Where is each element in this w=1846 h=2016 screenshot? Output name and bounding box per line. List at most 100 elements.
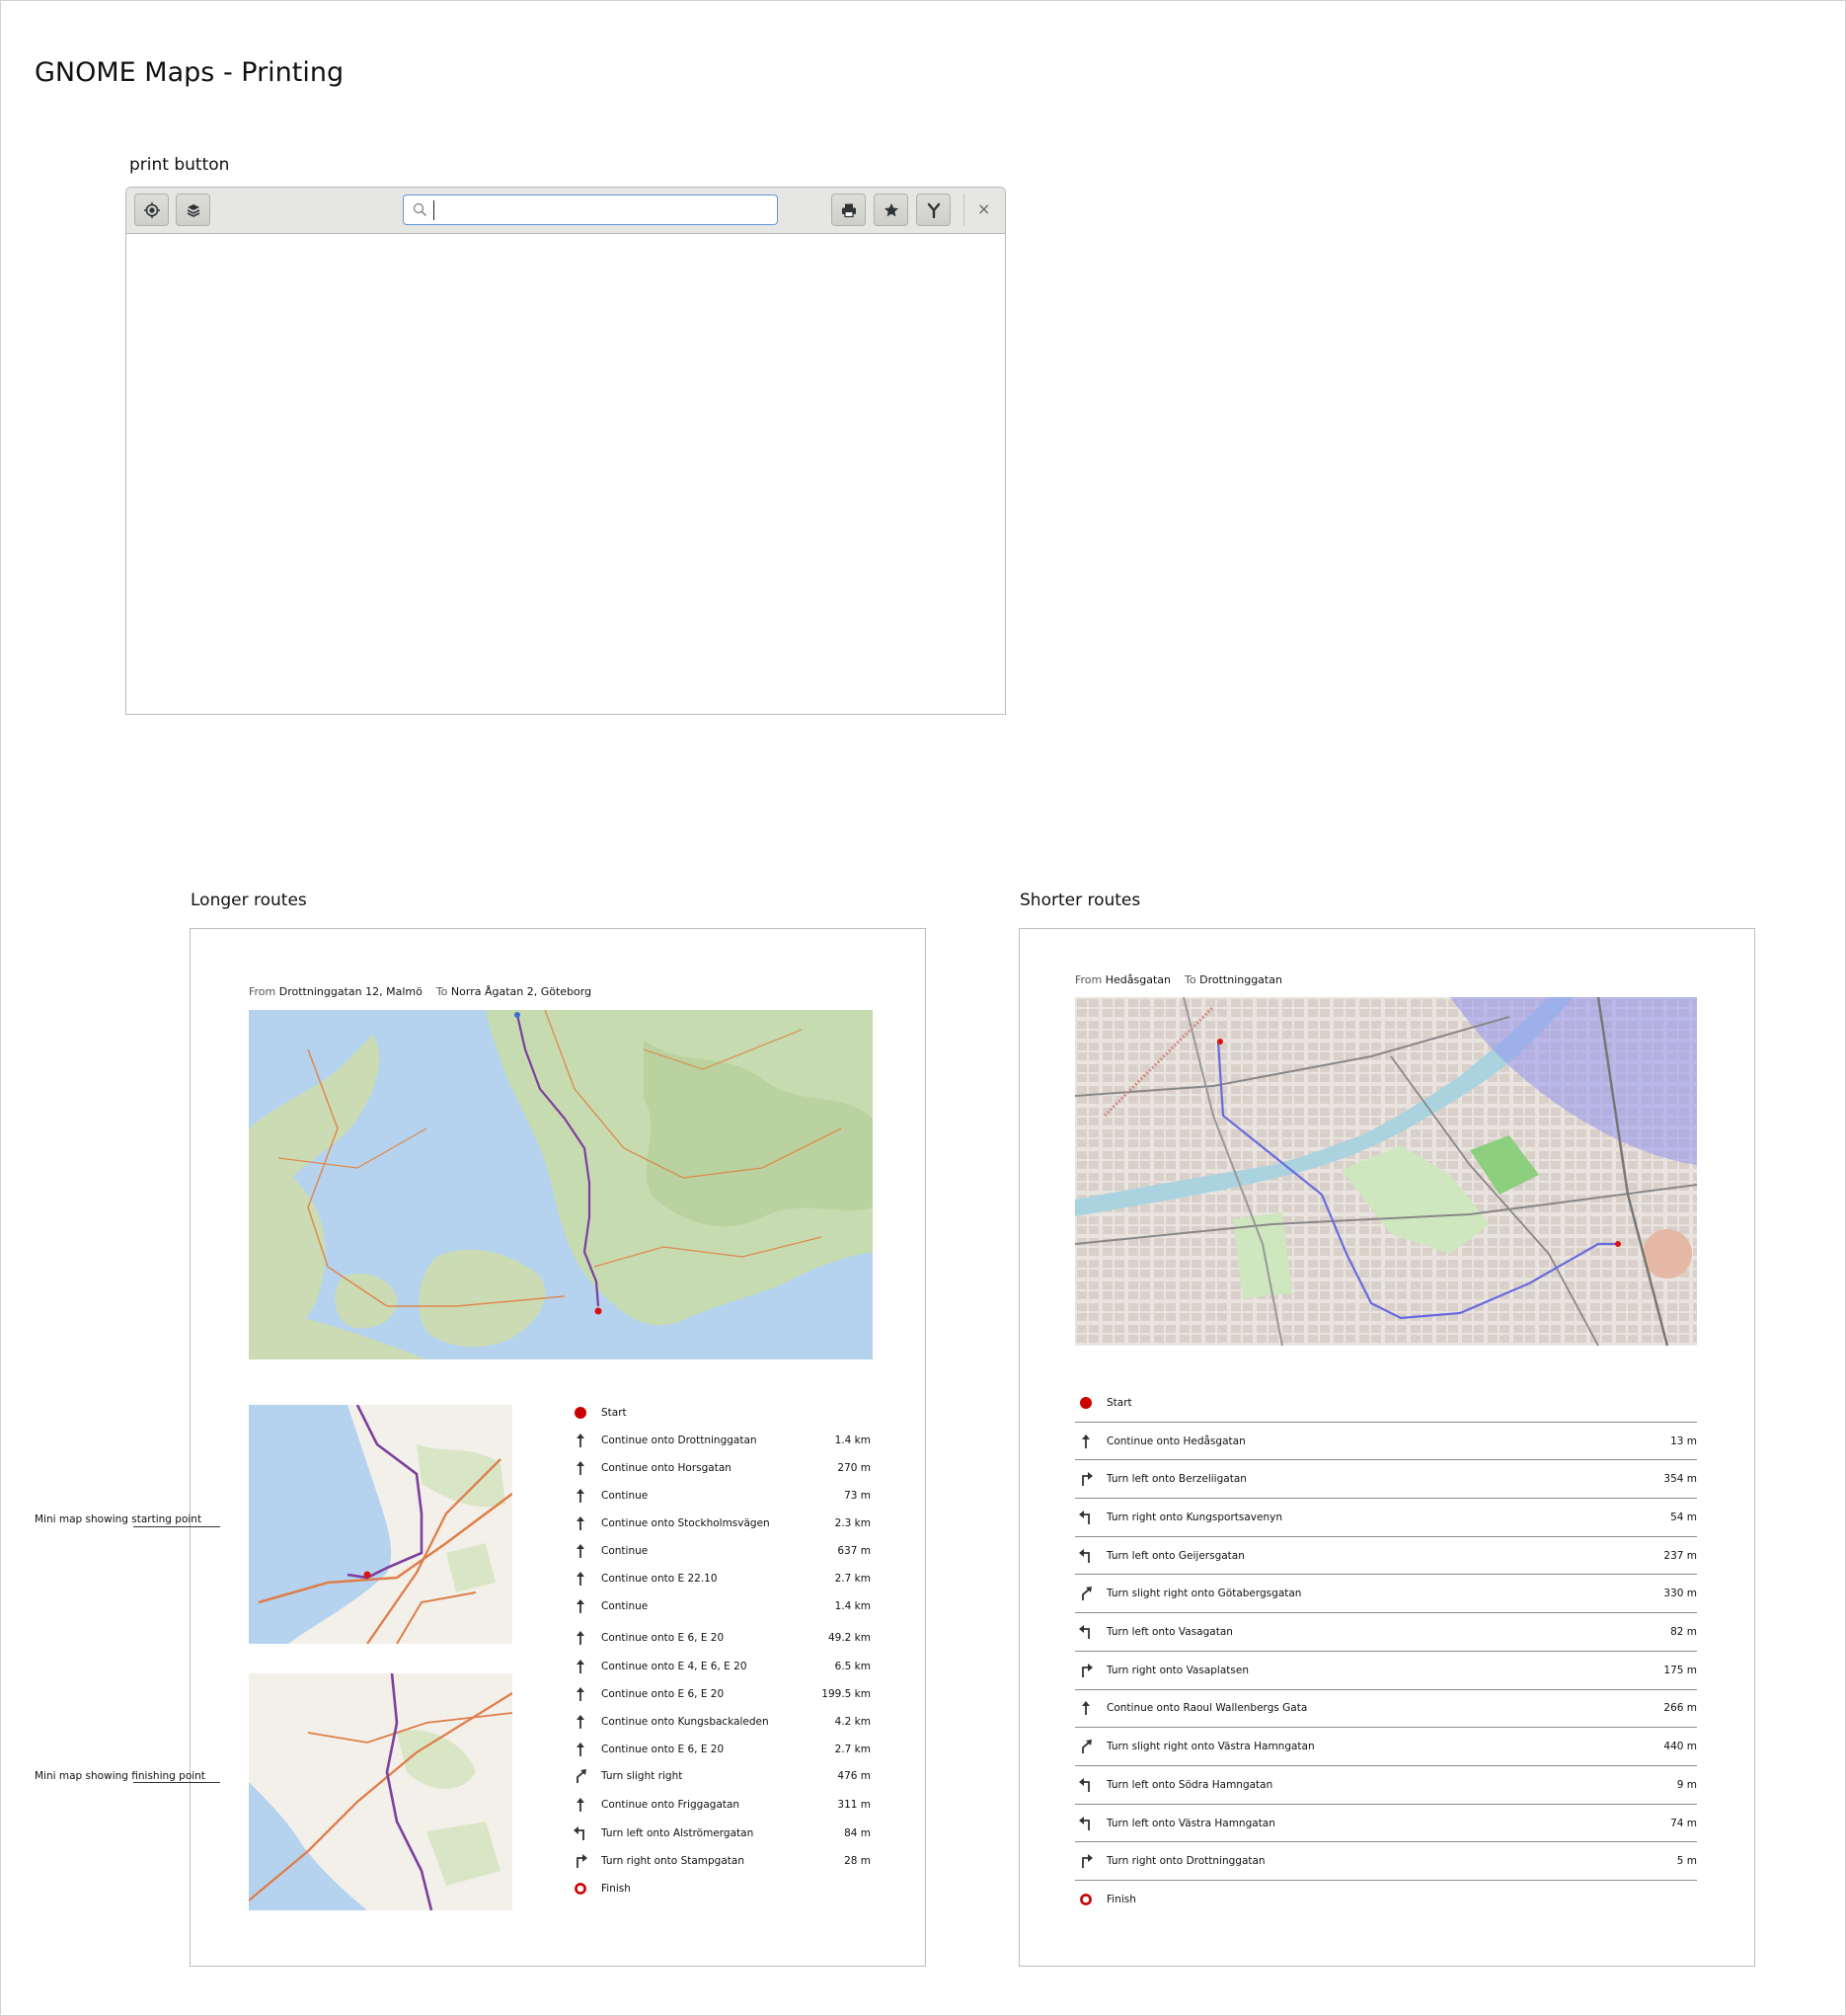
- finish-marker: [514, 1012, 520, 1018]
- shorter-routes-heading: Shorter routes: [1020, 891, 1141, 910]
- instruction-text: Turn slight right: [601, 1770, 683, 1782]
- straight-icon: [570, 1570, 591, 1588]
- instruction-text: Turn right onto Stampgatan: [601, 1855, 744, 1867]
- slight-right-icon: [1075, 1585, 1097, 1602]
- left-icon: [1075, 1623, 1097, 1641]
- instruction-row: Continue onto E 6, E 20 2.7 km: [570, 1738, 871, 1761]
- location-icon: [143, 201, 160, 218]
- instruction-text: Turn left onto Södra Hamngatan: [1107, 1778, 1273, 1791]
- instruction-row: Continue onto E 4, E 6, E 20 6.5 km: [570, 1655, 871, 1678]
- finish-mini-map: [249, 1673, 512, 1910]
- callout-finish-label: Mini map showing finishing point: [35, 1770, 205, 1782]
- straight-icon: [570, 1713, 591, 1731]
- star-icon: [884, 202, 898, 216]
- print-button[interactable]: [831, 194, 866, 226]
- to-label: To: [435, 985, 448, 998]
- page-title: GNOME Maps - Printing: [35, 57, 345, 88]
- instruction-text: Finish: [1107, 1893, 1136, 1905]
- right-icon: [1075, 1852, 1097, 1870]
- instruction-row: Continue onto Horsgatan 270 m: [570, 1456, 871, 1480]
- instruction-text: Continue onto Horsgatan: [601, 1462, 731, 1474]
- instruction-text: Continue onto E 4, E 6, E 20: [601, 1661, 747, 1672]
- from-label: From: [249, 985, 276, 998]
- straight-icon: [570, 1796, 591, 1814]
- straight-icon: [570, 1685, 591, 1703]
- instruction-text: Continue onto Hedåsgatan: [1107, 1434, 1246, 1447]
- start-icon: [570, 1404, 591, 1422]
- route-icon: [927, 202, 940, 218]
- instruction-distance: 311 m: [837, 1799, 871, 1811]
- instruction-row: Start: [570, 1401, 871, 1425]
- instruction-text: Finish: [601, 1883, 631, 1895]
- route-overview-map: [249, 1010, 873, 1359]
- instruction-row: Turn left onto Södra Hamngatan 9 m: [1075, 1766, 1697, 1805]
- instruction-distance: 440 m: [1663, 1741, 1697, 1753]
- to-value: Drottninggatan: [1199, 973, 1282, 986]
- slight-right-icon: [570, 1767, 591, 1785]
- instruction-row: Turn left onto Geijersgatan 237 m: [1075, 1537, 1697, 1576]
- instruction-text: Start: [601, 1407, 627, 1419]
- to-value: Norra Ågatan 2, Göteborg: [450, 985, 592, 998]
- start-marker: [594, 1307, 602, 1315]
- longer-routes-heading: Longer routes: [191, 891, 307, 910]
- favorites-button[interactable]: [874, 194, 908, 226]
- instruction-row: Turn left onto Berzeliigatan 354 m: [1075, 1460, 1697, 1500]
- instruction-distance: 13 m: [1670, 1434, 1697, 1447]
- slight-right-icon: [1075, 1738, 1097, 1755]
- instruction-row: Continue onto Kungsbackaleden 4.2 km: [570, 1710, 871, 1734]
- instruction-distance: 266 m: [1663, 1702, 1697, 1715]
- print-icon: [841, 203, 856, 217]
- callout-start-line: [133, 1526, 220, 1527]
- instruction-row: Turn right onto Stampgatan 28 m: [570, 1849, 871, 1873]
- straight-icon: [570, 1487, 591, 1505]
- layers-button[interactable]: [176, 194, 210, 226]
- start-marker-mini: [363, 1571, 371, 1579]
- instruction-row: Continue onto Hedåsgatan 13 m: [1075, 1423, 1697, 1461]
- instruction-text: Turn slight right onto Västra Hamngatan: [1107, 1741, 1315, 1753]
- instruction-text: Continue onto E 22.10: [601, 1573, 718, 1585]
- instruction-distance: 6.5 km: [834, 1661, 871, 1672]
- straight-icon: [570, 1658, 591, 1675]
- finish-marker: [1615, 1241, 1621, 1247]
- search-input[interactable]: [403, 194, 778, 225]
- straight-icon: [570, 1597, 591, 1615]
- start-marker: [1217, 1039, 1223, 1045]
- instruction-row: Continue 637 m: [570, 1539, 871, 1563]
- instruction-text: Continue: [601, 1600, 649, 1612]
- instruction-row: Start: [1075, 1384, 1697, 1423]
- instruction-row: Turn right onto Vasaplatsen 175 m: [1075, 1652, 1697, 1690]
- instruction-row: Continue onto E 22.10 2.7 km: [570, 1567, 871, 1590]
- from-value: Hedåsgatan: [1105, 973, 1172, 986]
- close-button[interactable]: ×: [977, 197, 990, 221]
- instruction-row: Continue 1.4 km: [570, 1594, 871, 1618]
- instruction-text: Turn left onto Geijersgatan: [1107, 1549, 1245, 1562]
- instruction-row: Turn left onto Västra Hamngatan 74 m: [1075, 1805, 1697, 1843]
- instruction-text: Turn left onto Berzeliigatan: [1107, 1473, 1247, 1486]
- app-window: ×: [125, 187, 1006, 715]
- instruction-row: Turn slight right onto Västra Hamngatan 4…: [1075, 1728, 1697, 1766]
- instruction-distance: 1.4 km: [834, 1600, 871, 1612]
- instruction-row: Continue onto Drottninggatan 1.4 km: [570, 1429, 871, 1452]
- instruction-text: Turn left onto Vasagatan: [1107, 1626, 1233, 1639]
- instruction-distance: 9 m: [1676, 1778, 1697, 1791]
- instruction-distance: 2.7 km: [834, 1573, 871, 1585]
- instruction-row: Continue onto Friggagatan 311 m: [570, 1793, 871, 1817]
- instruction-distance: 330 m: [1663, 1588, 1697, 1600]
- instruction-distance: 1.4 km: [834, 1434, 871, 1446]
- from-value: Drottninggatan 12, Malmö: [278, 985, 423, 998]
- location-button[interactable]: [134, 194, 169, 226]
- right-icon: [570, 1852, 591, 1870]
- instruction-text: Continue onto Friggagatan: [601, 1799, 740, 1811]
- left-icon: [570, 1824, 591, 1842]
- instruction-row: Turn slight right onto Götabergsgatan 330…: [1075, 1576, 1697, 1614]
- start-mini-map: [249, 1405, 512, 1644]
- instruction-row: Turn left onto Alströmergatan 84 m: [570, 1822, 871, 1845]
- instruction-distance: 73 m: [844, 1490, 871, 1502]
- instruction-text: Turn right onto Kungsportsavenyn: [1107, 1511, 1282, 1523]
- straight-icon: [570, 1741, 591, 1758]
- route-button[interactable]: [916, 194, 951, 226]
- instruction-distance: 354 m: [1663, 1473, 1697, 1486]
- instruction-row: Finish: [1075, 1881, 1697, 1918]
- city-route-map: [1075, 997, 1697, 1346]
- left-icon: [1075, 1547, 1097, 1565]
